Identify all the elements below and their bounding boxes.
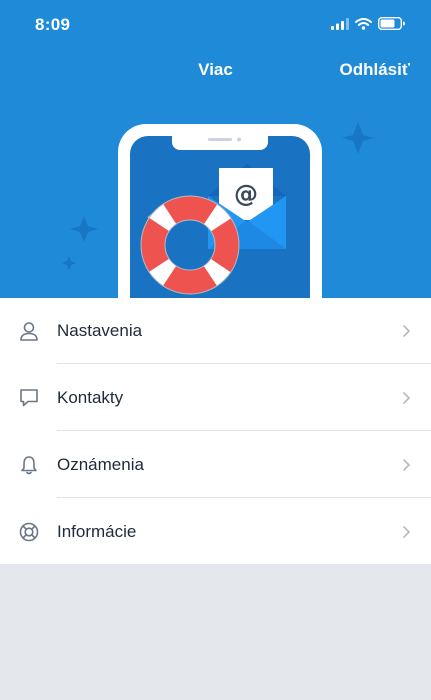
- chevron-right-icon: [403, 392, 411, 404]
- app-screen: 8:09 Viac Odhlásiť @ Nastavenia Kontakty…: [0, 0, 431, 700]
- menu-item-label: Oznámenia: [57, 455, 144, 474]
- bell-icon: [21, 456, 37, 475]
- menu-item-kontakty[interactable]: Kontakty: [0, 365, 431, 431]
- chat-bubble-icon: [20, 389, 38, 407]
- menu-item-label: Kontakty: [57, 388, 124, 407]
- menu-item-nastavenia[interactable]: Nastavenia: [0, 298, 431, 364]
- menu-item-label: Informácie: [57, 522, 137, 541]
- chevron-right-icon: [403, 325, 411, 337]
- user-icon: [20, 322, 38, 341]
- svg-text:@: @: [234, 180, 258, 208]
- chevron-right-icon: [403, 526, 411, 538]
- divider: [57, 363, 431, 364]
- divider: [57, 430, 431, 431]
- menu-item-informacie[interactable]: Informácie: [0, 499, 431, 565]
- menu-item-oznamenia[interactable]: Oznámenia: [0, 432, 431, 498]
- header-banner: 8:09 Viac Odhlásiť @: [0, 0, 431, 298]
- settings-menu: Nastavenia Kontakty Oznámenia Informácie: [0, 298, 431, 564]
- lifebuoy-icon: [19, 522, 39, 542]
- divider: [57, 497, 431, 498]
- chevron-right-icon: [403, 459, 411, 471]
- help-illustration: @: [62, 122, 374, 298]
- menu-item-label: Nastavenia: [57, 321, 143, 340]
